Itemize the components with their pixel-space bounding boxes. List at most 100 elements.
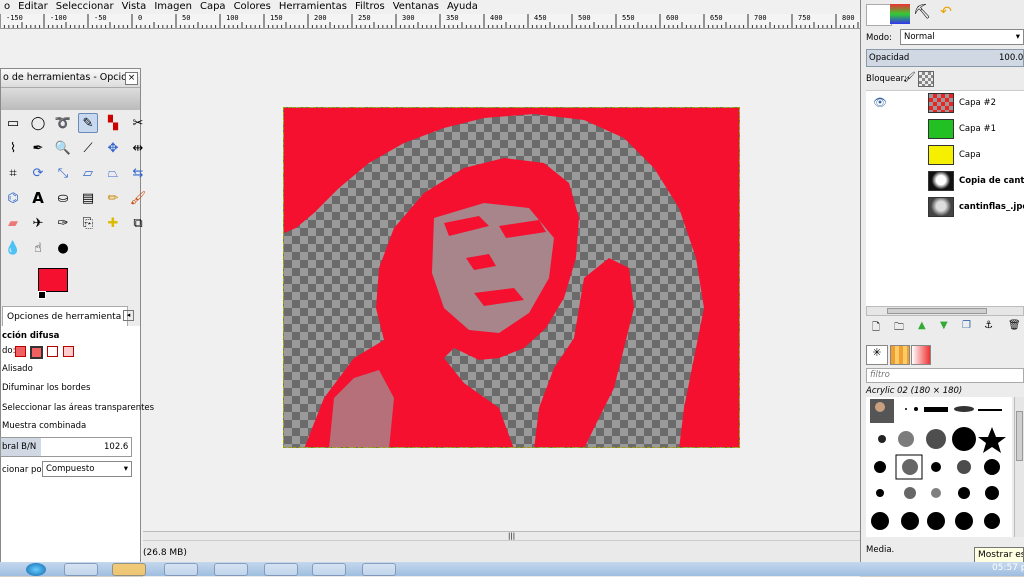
rotate-icon[interactable]: ⟳ <box>28 163 48 183</box>
brushes-scrollbar[interactable] <box>1014 397 1024 537</box>
mode-subtract-icon[interactable] <box>47 346 58 357</box>
reset-colors-icon[interactable] <box>38 291 46 299</box>
taskbar-chrome-icon[interactable] <box>112 563 146 576</box>
fuzzy-select-icon[interactable]: ✎ <box>78 113 98 133</box>
menu-ventanas[interactable]: Ventanas <box>389 0 443 14</box>
shear-icon[interactable]: ▱ <box>78 163 98 183</box>
lock-pixels-icon[interactable]: 🖌 <box>903 72 916 84</box>
toolbox-title-bar[interactable]: o de herramientas - Opcion... × <box>1 69 140 88</box>
scroll-thumb[interactable] <box>1016 411 1023 461</box>
tab-menu-icon[interactable]: ◂ <box>123 310 134 321</box>
tab-patterns-icon[interactable] <box>890 345 910 365</box>
menu-filtros[interactable]: Filtros <box>351 0 389 14</box>
dodge-burn-icon[interactable]: ● <box>53 238 73 258</box>
text-icon[interactable]: A <box>28 188 48 208</box>
anchor-layer-icon[interactable]: ⚓ <box>984 320 993 331</box>
mode-intersect-icon[interactable] <box>63 346 74 357</box>
flip-icon[interactable]: ⇆ <box>128 163 148 183</box>
eraser-icon[interactable]: ▰ <box>3 213 23 233</box>
layer-row[interactable]: cantinflas_.jpeg <box>866 195 1024 220</box>
airbrush-icon[interactable]: ✈ <box>28 213 48 233</box>
ruler-label: 100 <box>226 14 239 22</box>
bucket-fill-icon[interactable]: ⛀ <box>53 188 73 208</box>
close-button[interactable]: × <box>125 72 138 85</box>
blend-icon[interactable]: ▤ <box>78 188 98 208</box>
taskbar-explorer-icon[interactable] <box>64 563 98 576</box>
taskbar-chrome2-icon[interactable] <box>214 563 248 576</box>
measure-icon[interactable]: ⟋ <box>78 138 98 158</box>
start-icon[interactable] <box>26 563 46 576</box>
tab-gradients-icon[interactable] <box>911 345 931 365</box>
move-icon[interactable]: ✥ <box>103 138 123 158</box>
crop-icon[interactable]: ⌗ <box>3 163 23 183</box>
ellipse-select-icon[interactable]: ◯ <box>28 113 48 133</box>
menu-editar[interactable]: Editar <box>14 0 52 14</box>
layer-mode-dropdown[interactable]: Normal ▾ <box>900 29 1024 45</box>
heal-icon[interactable]: ✚ <box>103 213 123 233</box>
select-by-color-icon[interactable]: ▚ <box>103 113 123 133</box>
smudge-icon[interactable]: ☝ <box>28 238 48 258</box>
taskbar-gimp-icon[interactable] <box>264 563 298 576</box>
tab-brushes-icon[interactable]: ✳ <box>866 345 888 365</box>
scroll-thumb[interactable] <box>887 308 987 314</box>
image-canvas[interactable] <box>283 107 740 448</box>
ink-icon[interactable]: ✑ <box>53 213 73 233</box>
clone-icon[interactable]: ⎘ <box>78 213 98 233</box>
antialias-option[interactable]: Alisado <box>2 364 33 374</box>
sample-merged-option[interactable]: Muestra combinada <box>2 421 86 431</box>
opacity-slider[interactable]: Opacidad 100.0 <box>866 49 1024 67</box>
new-layer-icon[interactable]: 🗋 <box>872 320 880 337</box>
layer-row[interactable]: Capa <box>866 143 1024 168</box>
select-transparent-option[interactable]: Seleccionar las áreas transparentes <box>2 403 154 413</box>
perspective-icon[interactable]: ⏢ <box>103 163 123 183</box>
paths-icon[interactable]: ⌇ <box>3 138 23 158</box>
rect-select-icon[interactable]: ▭ <box>3 113 23 133</box>
mode-replace-icon[interactable] <box>15 346 26 357</box>
menu-capa[interactable]: Capa <box>196 0 230 14</box>
menu-imagen[interactable]: Imagen <box>150 0 196 14</box>
blur-icon[interactable]: 💧 <box>3 238 23 258</box>
horizontal-ruler[interactable]: -150 -100 -50 0 50 100 150 200 250 300 3… <box>0 14 860 29</box>
menu-ayuda[interactable]: Ayuda <box>443 0 482 14</box>
new-layer-group-icon[interactable]: 🗀 <box>894 320 904 337</box>
scale-icon[interactable]: ⤡ <box>53 163 73 183</box>
taskbar-word-icon[interactable] <box>362 563 396 576</box>
tab-undo-icon[interactable]: ↶ <box>936 4 956 24</box>
cage-icon[interactable]: ⌬ <box>3 188 23 208</box>
align-icon[interactable]: ⇹ <box>128 138 148 158</box>
lasso-icon[interactable]: ➰ <box>53 113 73 133</box>
horizontal-scrollbar[interactable]: ||| <box>143 532 860 541</box>
eye-icon[interactable]: 👁 <box>873 96 887 109</box>
menu-vista[interactable]: Vista <box>118 0 151 14</box>
foreground-color-swatch[interactable] <box>38 268 68 292</box>
scissors-icon[interactable]: ✂ <box>128 113 148 133</box>
tab-tool-options[interactable]: Opciones de herramienta <box>2 306 128 326</box>
perspective-clone-icon[interactable]: ⧉ <box>128 213 148 233</box>
menu-seleccionar[interactable]: Seleccionar <box>52 0 118 14</box>
color-picker-icon[interactable]: ✒ <box>28 138 48 158</box>
pencil-icon[interactable]: ✏ <box>103 188 123 208</box>
lock-alpha-icon[interactable] <box>918 71 934 87</box>
zoom-icon[interactable]: 🔍 <box>53 138 73 158</box>
menu-herramientas[interactable]: Herramientas <box>275 0 351 14</box>
tab-paths-icon[interactable]: ⛏ <box>912 4 932 24</box>
layers-horizontal-scrollbar[interactable] <box>866 306 1024 316</box>
paintbrush-icon[interactable]: 🖌 <box>128 188 148 208</box>
feather-option[interactable]: Difuminar los bordes <box>2 383 90 393</box>
duplicate-layer-icon[interactable]: ❐ <box>962 320 971 331</box>
raise-layer-icon[interactable]: ▲ <box>918 320 926 331</box>
delete-layer-icon[interactable]: 🗑 <box>1008 320 1021 331</box>
layer-row[interactable]: Copia de cantinflas <box>866 169 1024 194</box>
layer-row[interactable]: Capa #1 <box>866 117 1024 142</box>
menu-archivo[interactable]: o <box>0 0 14 14</box>
mode-add-icon[interactable] <box>30 346 43 359</box>
taskbar-folder-icon[interactable] <box>164 563 198 576</box>
layer-row[interactable]: 👁 Capa #2 <box>866 91 1024 116</box>
brush-filter-input[interactable]: filtro <box>866 368 1024 383</box>
select-by-dropdown[interactable]: Compuesto ▾ <box>42 461 132 477</box>
tab-layers-icon[interactable] <box>866 4 892 26</box>
taskbar-powerpoint-icon[interactable] <box>312 563 346 576</box>
tab-channels-icon[interactable] <box>890 4 910 24</box>
lower-layer-icon[interactable]: ▼ <box>940 320 948 331</box>
menu-colores[interactable]: Colores <box>230 0 275 14</box>
